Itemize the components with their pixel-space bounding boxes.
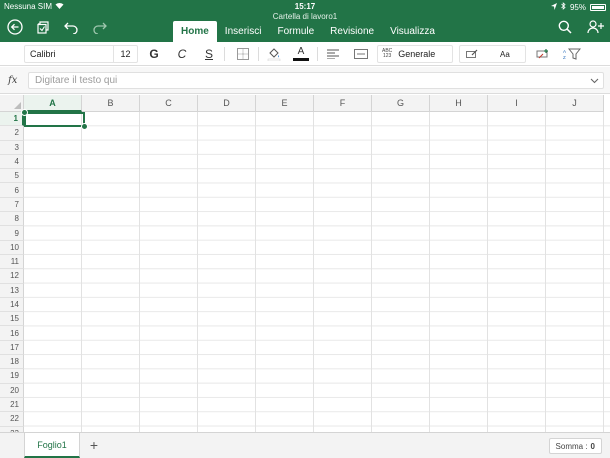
title-bar: Nessuna SIM 15:17 95% Cartella di lavoro… xyxy=(0,0,610,42)
sum-value: 0 xyxy=(590,441,595,451)
cell-style-selector[interactable]: Aa xyxy=(459,45,526,63)
formula-input[interactable]: Digitare il testo qui xyxy=(28,72,604,89)
tab-formulas[interactable]: Formule xyxy=(269,21,322,42)
align-left-icon[interactable] xyxy=(325,45,341,63)
bluetooth-icon xyxy=(561,2,566,12)
row-header[interactable]: 22 xyxy=(0,412,24,427)
sort-filter-icon[interactable]: AZ xyxy=(562,45,582,63)
underline-button[interactable]: S xyxy=(201,45,217,63)
wrap-text-icon[interactable] xyxy=(352,45,370,63)
font-color-button[interactable]: A xyxy=(292,45,310,63)
row-header[interactable]: 2 xyxy=(0,126,24,141)
back-circle-icon[interactable] xyxy=(6,18,24,36)
format-num-label: 123 xyxy=(382,53,392,59)
undo-icon[interactable] xyxy=(62,18,80,36)
chevron-down-icon[interactable] xyxy=(590,76,599,87)
selection-handle-bottom-right[interactable] xyxy=(81,123,88,130)
font-selector[interactable]: Calibri 12 xyxy=(24,45,138,63)
tab-insert[interactable]: Inserisci xyxy=(217,21,270,42)
column-header[interactable]: F xyxy=(314,95,372,112)
font-color-letter: A xyxy=(297,46,305,57)
select-all-corner[interactable] xyxy=(0,95,24,112)
battery-percent: 95% xyxy=(569,2,586,12)
borders-icon[interactable] xyxy=(234,45,252,63)
row-header[interactable]: 18 xyxy=(0,355,24,370)
column-header[interactable]: C xyxy=(140,95,198,112)
svg-text:Z: Z xyxy=(563,55,566,60)
sheet-tab-foglio1[interactable]: Foglio1 xyxy=(24,433,80,458)
row-header[interactable]: 5 xyxy=(0,169,24,184)
number-format-label: Generale xyxy=(398,49,436,59)
column-header[interactable]: B xyxy=(82,95,140,112)
cell-style-label: Aa xyxy=(500,49,510,59)
row-header[interactable]: 12 xyxy=(0,269,24,284)
font-name[interactable]: Calibri xyxy=(25,49,113,59)
row-header[interactable]: 3 xyxy=(0,140,24,155)
row-header[interactable]: 9 xyxy=(0,226,24,241)
sum-label: Somma : xyxy=(555,441,588,451)
search-icon[interactable] xyxy=(556,18,574,36)
ribbon-tabs: Home Inserisci Formule Revisione Visuali… xyxy=(173,21,443,42)
status-sum[interactable]: Somma : 0 xyxy=(548,438,602,454)
redo-icon[interactable] xyxy=(90,18,108,36)
bold-button[interactable]: G xyxy=(146,45,162,63)
fill-color-icon[interactable] xyxy=(265,45,283,63)
status-right: 95% xyxy=(550,2,606,12)
tab-home[interactable]: Home xyxy=(173,21,217,42)
font-size[interactable]: 12 xyxy=(113,46,137,62)
status-time: 15:17 xyxy=(294,2,316,11)
column-header[interactable]: G xyxy=(372,95,430,112)
number-format-icon: ABC 123 xyxy=(378,49,396,59)
column-header[interactable]: E xyxy=(256,95,314,112)
row-header[interactable]: 21 xyxy=(0,397,24,413)
row-header[interactable]: 14 xyxy=(0,297,24,313)
number-format-selector[interactable]: ABC 123 Generale xyxy=(377,45,453,63)
column-header[interactable]: A xyxy=(24,95,82,112)
row-header[interactable]: 11 xyxy=(0,254,24,270)
italic-button[interactable]: C xyxy=(174,45,190,63)
home-ribbon: Calibri 12 G C S A ABC 123 Generale Aa A… xyxy=(0,42,610,66)
add-sheet-button[interactable]: + xyxy=(86,436,102,454)
row-header[interactable]: 10 xyxy=(0,240,24,255)
tab-view[interactable]: Visualizza xyxy=(382,21,443,42)
row-header[interactable]: 17 xyxy=(0,340,24,356)
selection-handle-top-left[interactable] xyxy=(21,109,28,116)
row-headers: 1234567891011121314151617181920212223 xyxy=(0,112,24,432)
row-header[interactable]: 13 xyxy=(0,283,24,298)
ribbon-divider xyxy=(224,47,225,61)
column-header[interactable]: D xyxy=(198,95,256,112)
insert-delete-cells-icon[interactable] xyxy=(534,45,552,63)
function-icon[interactable]: fx xyxy=(8,75,17,86)
column-header[interactable]: H xyxy=(430,95,488,112)
formula-placeholder: Digitare il testo qui xyxy=(35,75,118,86)
formula-bar: fx Digitare il testo qui xyxy=(0,67,610,94)
share-person-icon[interactable] xyxy=(586,18,604,36)
font-color-swatch xyxy=(293,58,309,61)
sheet-bar: Foglio1 + Somma : 0 xyxy=(0,432,610,458)
cell-area[interactable] xyxy=(24,112,610,432)
row-header[interactable]: 1 xyxy=(0,112,24,127)
column-header[interactable]: I xyxy=(488,95,546,112)
column-headers: ABCDEFGHIJ xyxy=(24,95,604,112)
cell-style-icon xyxy=(460,49,486,60)
row-header[interactable]: 20 xyxy=(0,383,24,398)
row-header[interactable]: 6 xyxy=(0,183,24,198)
row-header[interactable]: 15 xyxy=(0,312,24,327)
tab-review[interactable]: Revisione xyxy=(322,21,382,42)
row-header[interactable]: 19 xyxy=(0,369,24,384)
ribbon-divider xyxy=(258,47,259,61)
location-icon xyxy=(550,2,557,12)
ribbon-divider xyxy=(317,47,318,61)
row-header[interactable]: 16 xyxy=(0,326,24,341)
selected-cell-A1[interactable] xyxy=(21,109,88,130)
worksheet-grid: ABCDEFGHIJ 1 2 3 4 5 6 7 8 9 10 11 12 13 14 15 16 17 18 19… xyxy=(0,95,610,432)
save-icon[interactable] xyxy=(34,18,52,36)
row-header[interactable]: 7 xyxy=(0,197,24,213)
row-header[interactable]: 4 xyxy=(0,154,24,170)
column-header[interactable]: J xyxy=(546,95,604,112)
row-header[interactable]: 8 xyxy=(0,212,24,227)
svg-text:A: A xyxy=(563,49,566,54)
battery-icon xyxy=(590,3,606,11)
